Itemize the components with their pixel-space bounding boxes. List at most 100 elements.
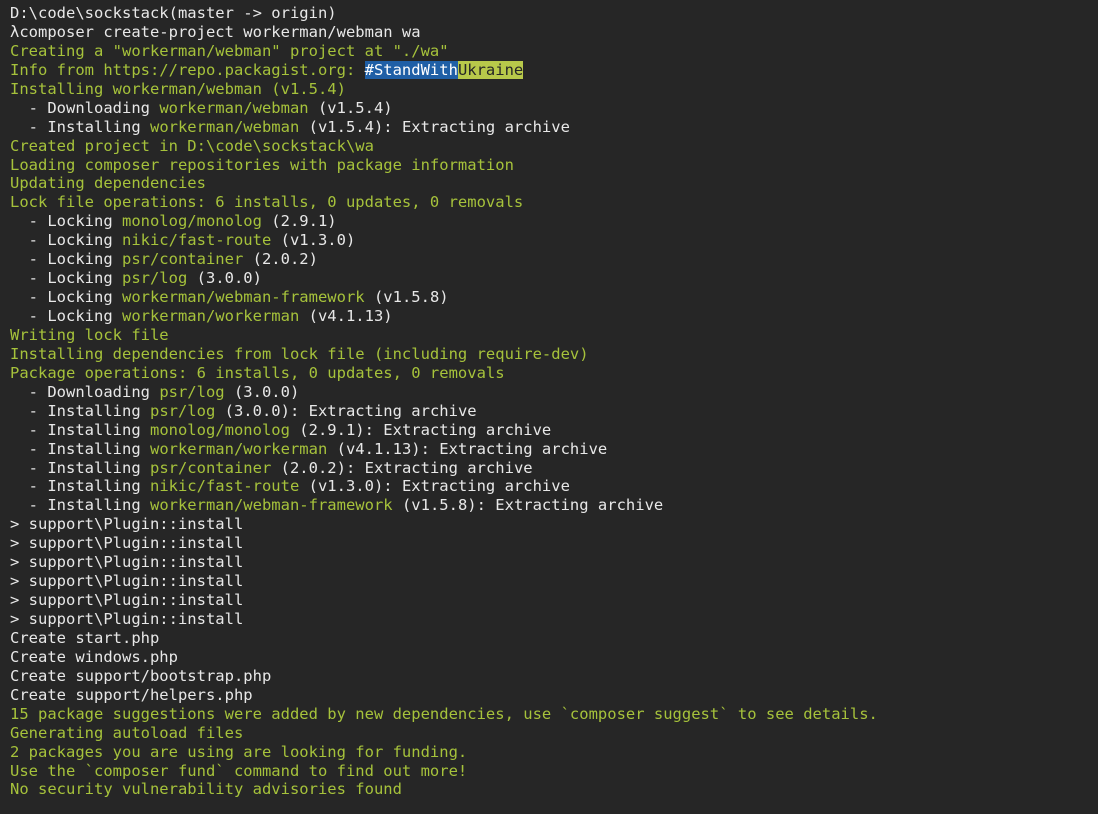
terminal-text: Package operations: 6 installs, 0 update…	[10, 363, 505, 382]
terminal-text: - Installing	[10, 477, 150, 496]
terminal-text: Installing workerman/webman (v1.5.4)	[10, 79, 346, 98]
terminal-output[interactable]: D:\code\sockstack(master -> origin) λcomp…	[0, 0, 1098, 814]
terminal-text: - Installing	[10, 458, 150, 477]
terminal-line: > support\Plugin::install	[10, 610, 1098, 629]
terminal-text: workerman/workerman	[121, 307, 300, 325]
terminal-text: nikic/fast-route	[121, 231, 272, 250]
terminal-line: - Locking monolog/monolog (2.9.1)	[10, 212, 1098, 231]
terminal-line: - Installing nikic/fast-route (v1.3.0): …	[10, 477, 1098, 496]
terminal-text: - Downloading	[10, 98, 160, 117]
terminal-text: No security vulnerability advisories fou…	[10, 780, 402, 799]
selected-text: #StandWith	[364, 60, 458, 79]
terminal-text: > support\Plugin::install	[10, 534, 244, 553]
terminal-line: λcomposer create-project workerman/webma…	[10, 23, 1098, 42]
terminal-line: > support\Plugin::install	[10, 572, 1098, 591]
terminal-text: > support\Plugin::install	[10, 515, 244, 534]
terminal-line: Installing dependencies from lock file (…	[10, 345, 1098, 364]
terminal-line: Create support/helpers.php	[10, 686, 1098, 705]
terminal-text: - Installing	[10, 117, 150, 136]
terminal-line: Generating autoload files	[10, 724, 1098, 743]
terminal-text: Use the `composer fund` command to find …	[10, 761, 468, 780]
terminal-text: - Downloading	[10, 382, 160, 401]
terminal-text: - Locking	[10, 307, 122, 325]
terminal-line: - Installing psr/log (3.0.0): Extracting…	[10, 402, 1098, 421]
terminal-line: Create support/bootstrap.php	[10, 667, 1098, 686]
terminal-line: - Locking psr/log (3.0.0)	[10, 269, 1098, 288]
terminal-text: Updating dependencies	[10, 174, 206, 193]
terminal-line: Lock file operations: 6 installs, 0 upda…	[10, 193, 1098, 212]
terminal-text: 2 packages you are using are looking for…	[10, 742, 468, 761]
terminal-text: - Installing	[10, 401, 150, 420]
terminal-text: psr/container	[121, 250, 244, 269]
terminal-text: > support\Plugin::install	[10, 553, 244, 572]
terminal-text: Lock file operations: 6 installs, 0 upda…	[10, 193, 524, 212]
terminal-line: Package operations: 6 installs, 0 update…	[10, 364, 1098, 383]
terminal-text: - Locking	[10, 288, 122, 307]
terminal-text: (3.0.0)	[187, 269, 262, 288]
terminal-line: No security vulnerability advisories fou…	[10, 780, 1098, 799]
terminal-text: (3.0.0): Extracting archive	[215, 401, 477, 420]
terminal-line: D:\code\sockstack(master -> origin)	[10, 4, 1098, 23]
terminal-text: (3.0.0)	[224, 382, 300, 401]
terminal-text: 15 package suggestions were added by new…	[10, 704, 878, 723]
terminal-text: monolog/monolog	[121, 212, 262, 231]
terminal-text: > support\Plugin::install	[10, 591, 244, 610]
terminal-line: - Locking psr/container (2.0.2)	[10, 250, 1098, 269]
terminal-text: psr/log	[159, 382, 225, 401]
terminal-line: > support\Plugin::install	[10, 515, 1098, 534]
terminal-line: Updating dependencies	[10, 174, 1098, 193]
terminal-line: 2 packages you are using are looking for…	[10, 743, 1098, 762]
terminal-text: Installing dependencies from lock file (…	[10, 344, 589, 363]
terminal-line: Loading composer repositories with packa…	[10, 156, 1098, 175]
terminal-line: - Locking workerman/webman-framework (v1…	[10, 288, 1098, 307]
terminal-text: (2.9.1): Extracting archive	[289, 420, 552, 439]
terminal-text: (v1.5.4)	[308, 98, 393, 117]
terminal-text: workerman/webman-framework	[121, 288, 365, 307]
terminal-text: - Locking	[10, 250, 122, 269]
terminal-text: (2.9.1)	[261, 212, 337, 231]
terminal-text: > support\Plugin::install	[10, 610, 244, 628]
selected-text: Ukraine	[457, 60, 524, 79]
terminal-line: Creating a "workerman/webman" project at…	[10, 42, 1098, 61]
terminal-line: - Installing workerman/workerman (v4.1.1…	[10, 440, 1098, 459]
terminal-text: Generating autoload files	[10, 723, 244, 742]
terminal-line: Installing workerman/webman (v1.5.4)	[10, 80, 1098, 99]
terminal-text: (v1.3.0)	[271, 231, 356, 250]
terminal-text: Create support/bootstrap.php	[10, 666, 272, 685]
terminal-text: (2.0.2)	[243, 250, 318, 269]
terminal-text: workerman/webman	[159, 98, 309, 117]
terminal-line: > support\Plugin::install	[10, 534, 1098, 553]
terminal-line: - Installing monolog/monolog (2.9.1): Ex…	[10, 421, 1098, 440]
terminal-line: - Installing psr/container (2.0.2): Extr…	[10, 459, 1098, 478]
terminal-text: Writing lock file	[10, 325, 169, 344]
terminal-text: (v1.5.8): Extracting archive	[392, 496, 664, 515]
terminal-line: 15 package suggestions were added by new…	[10, 705, 1098, 724]
terminal-text: psr/container	[149, 458, 272, 477]
terminal-text: - Installing	[10, 496, 150, 515]
terminal-line: Info from https://repo.packagist.org: #S…	[10, 60, 1098, 80]
terminal-text: - Installing	[10, 420, 150, 439]
terminal-text: Creating a "workerman/webman" project at…	[10, 41, 449, 60]
terminal-text: (v1.5.4): Extracting archive	[299, 117, 570, 136]
terminal-text: Loading composer repositories with packa…	[10, 155, 514, 174]
terminal-text: - Locking	[10, 212, 122, 231]
terminal-line: - Locking workerman/workerman (v4.1.13)	[10, 307, 1098, 326]
terminal-text: λcomposer create-project workerman/webma…	[10, 22, 421, 41]
terminal-text: > support\Plugin::install	[10, 572, 244, 591]
terminal-line: > support\Plugin::install	[10, 553, 1098, 572]
terminal-text: (2.0.2): Extracting archive	[271, 458, 533, 477]
terminal-text: - Installing	[10, 439, 150, 458]
terminal-line: - Installing workerman/webman (v1.5.4): …	[10, 118, 1098, 137]
terminal-text: psr/log	[121, 269, 188, 288]
terminal-line: Created project in D:\code\sockstack\wa	[10, 137, 1098, 156]
terminal-text: - Locking	[10, 231, 122, 250]
terminal-text: Info from https://repo.packagist.org:	[10, 60, 365, 79]
terminal-line: - Downloading workerman/webman (v1.5.4)	[10, 99, 1098, 118]
terminal-line: Create start.php	[10, 629, 1098, 648]
terminal-text: (v1.3.0): Extracting archive	[299, 477, 570, 496]
terminal-text: (v1.5.8)	[364, 288, 449, 307]
terminal-text: D:\code\sockstack(master -> origin)	[10, 4, 337, 22]
terminal-text: Create start.php	[10, 628, 160, 647]
terminal-text: Created project in D:\code\sockstack\wa	[10, 136, 374, 155]
terminal-line: - Locking nikic/fast-route (v1.3.0)	[10, 231, 1098, 250]
